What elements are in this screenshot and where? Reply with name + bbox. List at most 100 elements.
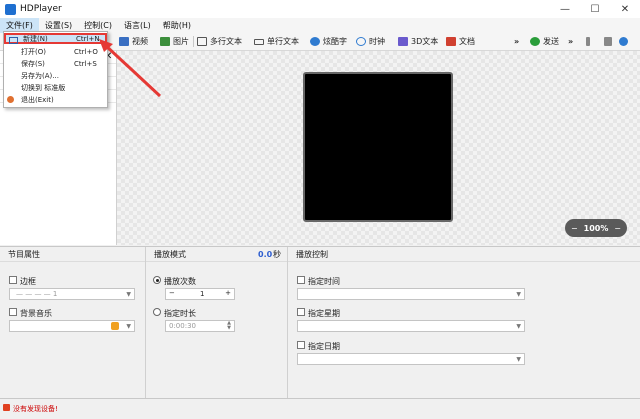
zoom-in-button[interactable]: −	[614, 224, 621, 233]
menu-item-save-shortcut: Ctrl+S	[74, 59, 97, 68]
toolbar-more-button-2[interactable]: »	[568, 34, 573, 49]
properties-panel: 节目属性 播放模式 0.0 秒 播放控制 边框 — — — — 1 ▼ 背景音乐…	[0, 246, 640, 399]
menu-item-new[interactable]: 新建(N) Ctrl+N	[4, 33, 107, 44]
document-icon	[446, 37, 456, 46]
minimize-button[interactable]: —	[550, 0, 580, 18]
toolbar-image-label: 图片	[173, 37, 189, 46]
toolbar-multiline-text-button[interactable]: 多行文本	[197, 34, 242, 49]
toolbar-animated-text-label: 炫酷字	[323, 37, 347, 46]
toolbar-expand-button[interactable]	[604, 34, 615, 49]
specify-time-label: 指定时间	[308, 277, 340, 286]
play-count-radio[interactable]	[153, 276, 161, 284]
specify-date-checkbox[interactable]	[297, 341, 305, 349]
play-count-label: 播放次数	[164, 277, 196, 286]
menu-item-new-shortcut: Ctrl+N	[76, 34, 100, 43]
menu-item-save-as-label: 另存为(A)...	[21, 71, 59, 80]
count-value: 1	[200, 290, 205, 298]
duration-time-value: 0:00:30	[169, 322, 196, 330]
chevron-down-icon: ▼	[516, 356, 521, 363]
specify-week-select[interactable]: ▼	[297, 320, 525, 332]
bg-music-label: 背景音乐	[20, 309, 52, 318]
menu-item-switch-standard[interactable]: 切换到 标准版	[4, 82, 107, 93]
toolbar-play-button[interactable]	[619, 34, 631, 49]
border-checkbox[interactable]	[9, 276, 17, 284]
menu-item-save[interactable]: 保存(S) Ctrl+S	[4, 58, 107, 69]
play-duration-unit: 秒	[273, 250, 281, 259]
count-decrement-button[interactable]: −	[169, 289, 175, 297]
app-logo-icon	[5, 3, 16, 15]
play-icon	[619, 37, 628, 46]
play-mode-title: 播放模式	[154, 250, 186, 259]
menu-item-exit-label: 退出(Exit)	[21, 95, 54, 104]
toolbar-multiline-text-label: 多行文本	[210, 37, 242, 46]
toolbar-more-button[interactable]: »	[514, 34, 519, 49]
led-screen-preview[interactable]	[303, 72, 453, 222]
specify-date-label: 指定日期	[308, 342, 340, 351]
toolbar-image-button[interactable]: 图片	[160, 34, 189, 49]
close-button[interactable]: ✕	[610, 0, 640, 18]
play-control-header: 播放控制	[288, 247, 640, 262]
toolbar-document-button[interactable]: 文档	[446, 34, 475, 49]
toolbar-document-label: 文档	[459, 37, 475, 46]
menu-item-exit[interactable]: 退出(Exit)	[4, 94, 107, 105]
menu-item-switch-label: 切换到 标准版	[21, 83, 66, 92]
chevron-down-icon: ▼	[516, 323, 521, 330]
menu-item-open[interactable]: 打开(O) Ctrl+O	[4, 46, 107, 57]
border-style-select[interactable]: — — — — 1 ▼	[9, 288, 135, 300]
toolbar-clock-label: 时钟	[369, 37, 385, 46]
specify-week-checkbox[interactable]	[297, 308, 305, 316]
3d-text-icon	[398, 37, 408, 46]
menu-item-save-as[interactable]: 另存为(A)...	[4, 70, 107, 81]
bg-music-select[interactable]: ▼	[9, 320, 135, 332]
divider	[287, 247, 288, 399]
toolbar-single-line-text-label: 单行文本	[267, 37, 299, 46]
warning-icon	[3, 404, 10, 411]
toolbar-animated-text-button[interactable]: 炫酷字	[310, 34, 347, 49]
image-icon	[160, 37, 170, 46]
toolbar-video-label: 视频	[132, 37, 148, 46]
chevron-down-icon: ▼	[126, 291, 131, 298]
program-props-header: 节目属性	[0, 247, 145, 262]
zoom-level: 100%	[583, 223, 609, 233]
play-count-stepper[interactable]: − 1 +	[165, 288, 235, 300]
maximize-button[interactable]: ☐	[580, 0, 610, 18]
play-mode-header: 播放模式 0.0 秒	[146, 247, 287, 262]
file-menu-dropdown: 新建(N) Ctrl+N 打开(O) Ctrl+O 保存(S) Ctrl+S 另…	[3, 31, 108, 108]
animated-text-icon	[310, 37, 320, 46]
menu-help[interactable]: 帮助(H)	[157, 18, 197, 33]
duration-time-input[interactable]: 0:00:30 ▲ ▼	[165, 320, 235, 332]
music-folder-icon[interactable]	[111, 322, 119, 330]
count-increment-button[interactable]: +	[225, 289, 231, 297]
chevron-down-icon: ▼	[126, 323, 131, 330]
expand-icon	[604, 37, 612, 46]
new-file-icon	[9, 37, 18, 44]
zoom-out-button[interactable]: −	[571, 224, 578, 233]
status-text: 没有发现设备!	[13, 405, 58, 413]
single-line-text-icon	[254, 38, 264, 45]
divider	[145, 247, 146, 399]
toolbar-3d-text-button[interactable]: 3D文本	[398, 34, 438, 49]
specify-time-checkbox[interactable]	[297, 276, 305, 284]
zoom-control: − 100% −	[565, 219, 627, 237]
specify-time-select[interactable]: ▼	[297, 288, 525, 300]
clock-icon	[356, 37, 366, 46]
toolbar-send-button[interactable]: 发送	[530, 34, 559, 49]
title-bar: HDPlayer — ☐ ✕	[0, 0, 640, 18]
brightness-bar-icon	[586, 37, 590, 46]
toolbar-send-label: 发送	[543, 37, 559, 46]
send-icon	[530, 37, 540, 46]
border-label: 边框	[20, 277, 36, 286]
menu-language[interactable]: 语言(L)	[118, 18, 157, 33]
specify-date-select[interactable]: ▼	[297, 353, 525, 365]
toolbar-clock-button[interactable]: 时钟	[356, 34, 385, 49]
spin-arrows-icon[interactable]: ▲ ▼	[227, 321, 231, 331]
toolbar-video-button[interactable]: 视频	[119, 34, 148, 49]
toolbar-separator	[193, 36, 194, 47]
specify-duration-radio[interactable]	[153, 308, 161, 316]
multiline-text-icon	[197, 37, 207, 46]
menu-item-open-label: 打开(O)	[21, 47, 46, 56]
brightness-icon[interactable]	[586, 34, 593, 49]
specify-duration-label: 指定时长	[164, 309, 196, 318]
bg-music-checkbox[interactable]	[9, 308, 17, 316]
toolbar-single-line-text-button[interactable]: 单行文本	[254, 34, 299, 49]
